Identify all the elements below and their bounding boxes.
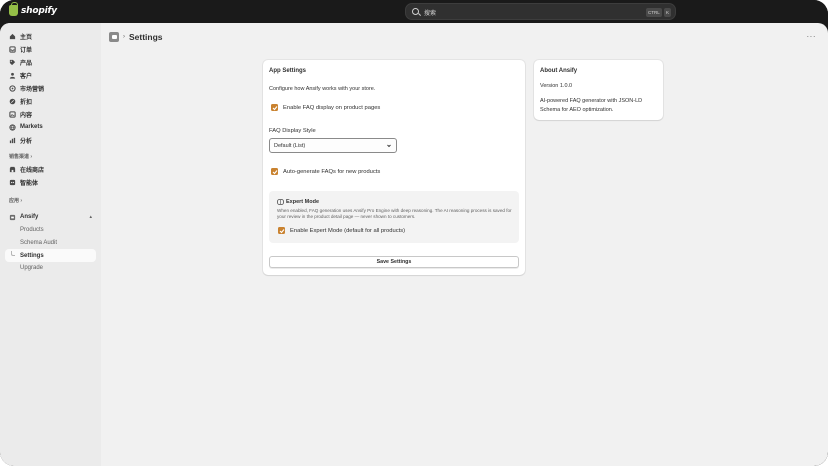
sidebar-item-label: 主页 xyxy=(20,34,33,41)
enable-faq-checkbox[interactable] xyxy=(271,104,278,111)
breadcrumb-separator: › xyxy=(123,34,125,40)
shortcut-ctrl-key: CTRL xyxy=(646,8,662,17)
sidebar-item-label: Products xyxy=(20,227,44,233)
app-badge-icon[interactable] xyxy=(109,32,119,42)
shopify-logo[interactable]: shopify xyxy=(9,2,57,16)
sidebar-item-label: 折扣 xyxy=(20,99,33,106)
display-style-value: Default (List) xyxy=(274,142,306,149)
brand-name: shopify xyxy=(21,5,57,16)
expert-mode-panel: Expert Mode When enabled, FAQ generation… xyxy=(269,191,519,243)
auto-generate-label: Auto-generate FAQs for new products xyxy=(283,168,381,175)
enable-faq-row[interactable]: Enable FAQ display on product pages xyxy=(271,104,380,111)
apps-label: 应用 xyxy=(9,198,20,204)
tag-icon xyxy=(9,59,16,66)
sidebar-subitem-schema-audit[interactable]: Schema Audit xyxy=(5,237,96,249)
sidebar-item-discounts[interactable]: 折扣 xyxy=(5,95,96,107)
display-style-label: FAQ Display Style xyxy=(269,128,316,134)
checkmark-icon xyxy=(272,169,277,174)
sidebar-item-label: Markets xyxy=(20,124,43,130)
agent-icon xyxy=(9,179,16,186)
sidebar-item-ansify[interactable]: Ansify ▴ xyxy=(5,211,96,223)
expert-mode-checkbox[interactable] xyxy=(278,227,285,234)
checkmark-icon xyxy=(272,105,277,110)
about-version: Version 1.0.0 xyxy=(540,83,573,89)
expert-mode-label: Enable Expert Mode (default for all prod… xyxy=(290,227,406,234)
sidebar-item-home[interactable]: 主页 xyxy=(5,30,96,42)
search-icon xyxy=(412,8,419,15)
card-description: Configure how Ansify works with your sto… xyxy=(269,86,376,92)
top-bar: shopify 搜索 CTRL K xyxy=(0,0,828,23)
brain-icon xyxy=(277,199,284,205)
sidebar-item-content[interactable]: 内容 xyxy=(5,108,96,120)
checkmark-icon xyxy=(279,228,284,233)
sidebar-item-orders[interactable]: 订单 xyxy=(5,43,96,55)
sidebar-item-label: 市场营销 xyxy=(20,86,45,93)
app-settings-card: App Settings Configure how Ansify works … xyxy=(263,60,525,275)
expert-mode-title: Expert Mode xyxy=(277,199,319,205)
chevron-right-icon: › xyxy=(20,198,23,204)
sidebar-item-customers[interactable]: 客户 xyxy=(5,69,96,81)
apps-heading[interactable]: 应用 › xyxy=(9,197,22,204)
page-header: › Settings xyxy=(109,32,163,42)
globe-icon xyxy=(9,123,16,131)
page-title: Settings xyxy=(129,32,163,42)
content-icon xyxy=(9,110,16,118)
about-description: AI-powered FAQ generator with JSON-LD Sc… xyxy=(540,98,643,113)
display-style-select[interactable]: Default (List) xyxy=(269,138,397,153)
sidebar-item-label: Ansify xyxy=(20,214,39,220)
search-placeholder: 搜索 xyxy=(424,11,437,17)
about-card: About Ansify Version 1.0.0 AI-powered FA… xyxy=(534,60,663,120)
expert-title-text: Expert Mode xyxy=(286,199,320,205)
sidebar-item-label: 客户 xyxy=(20,73,33,80)
sidebar-subitem-upgrade[interactable]: Upgrade xyxy=(5,262,96,274)
sidebar-item-agent[interactable]: 智能体 xyxy=(5,176,96,188)
sidebar-subitem-products[interactable]: Products xyxy=(5,224,96,236)
auto-generate-row[interactable]: Auto-generate FAQs for new products xyxy=(271,168,380,175)
about-title: About Ansify xyxy=(540,68,578,74)
admin-main: 主页 订单 产品 客户 市场营销 折扣 内容 Markets 分析 销售渠道 ›… xyxy=(0,23,828,466)
sidebar-item-label: 产品 xyxy=(20,60,33,67)
store-icon xyxy=(9,166,16,173)
sidebar-item-label: 分析 xyxy=(20,138,33,145)
expert-mode-description: When enabled, FAQ generation uses Ansify… xyxy=(277,208,512,219)
shopify-bag-icon xyxy=(9,2,18,16)
browser-frame: shopify 搜索 CTRL K 主页 订单 产品 客户 市场营销 折扣 内容… xyxy=(0,0,828,466)
sidebar-item-analytics[interactable]: 分析 xyxy=(5,134,96,146)
more-actions-icon[interactable]: ··· xyxy=(807,32,817,41)
auto-generate-checkbox[interactable] xyxy=(271,168,278,175)
sales-channels-label: 销售渠道 xyxy=(9,154,30,160)
pin-icon[interactable]: ▴ xyxy=(89,214,92,220)
sidebar: 主页 订单 产品 客户 市场营销 折扣 内容 Markets 分析 销售渠道 ›… xyxy=(0,23,101,466)
sidebar-item-label: 智能体 xyxy=(20,180,39,187)
sidebar-item-label: 内容 xyxy=(20,112,33,119)
content-area: › Settings ··· App Settings Configure ho… xyxy=(101,23,828,466)
sidebar-item-online-store[interactable]: 在线商店 xyxy=(5,163,96,175)
chart-icon xyxy=(9,137,16,144)
search-bar[interactable]: 搜索 CTRL K xyxy=(405,3,676,20)
discount-icon xyxy=(9,98,16,105)
enable-faq-label: Enable FAQ display on product pages xyxy=(283,104,381,111)
select-chevron-icon xyxy=(387,144,391,148)
sidebar-subitem-settings[interactable]: Settings xyxy=(5,249,96,262)
sidebar-item-products[interactable]: 产品 xyxy=(5,56,96,68)
tree-branch-icon xyxy=(11,251,15,256)
save-settings-button[interactable]: Save Settings xyxy=(269,256,519,268)
person-icon xyxy=(9,72,16,79)
shortcut-k-key: K xyxy=(664,8,672,17)
sidebar-item-label: Settings xyxy=(20,252,44,259)
app-icon xyxy=(9,214,16,221)
sidebar-item-markets[interactable]: Markets xyxy=(5,121,96,133)
sidebar-item-label: 订单 xyxy=(20,47,33,54)
sidebar-item-label: Schema Audit xyxy=(20,240,58,246)
chevron-right-icon: › xyxy=(30,154,33,160)
expert-mode-row[interactable]: Enable Expert Mode (default for all prod… xyxy=(278,227,405,234)
home-icon xyxy=(9,33,16,40)
sidebar-item-marketing[interactable]: 市场营销 xyxy=(5,82,96,94)
sidebar-item-label: Upgrade xyxy=(20,265,44,271)
target-icon xyxy=(9,84,16,92)
card-title: App Settings xyxy=(269,68,306,74)
sidebar-item-label: 在线商店 xyxy=(20,167,45,174)
inbox-icon xyxy=(9,45,16,53)
sales-channels-heading[interactable]: 销售渠道 › xyxy=(9,153,32,160)
